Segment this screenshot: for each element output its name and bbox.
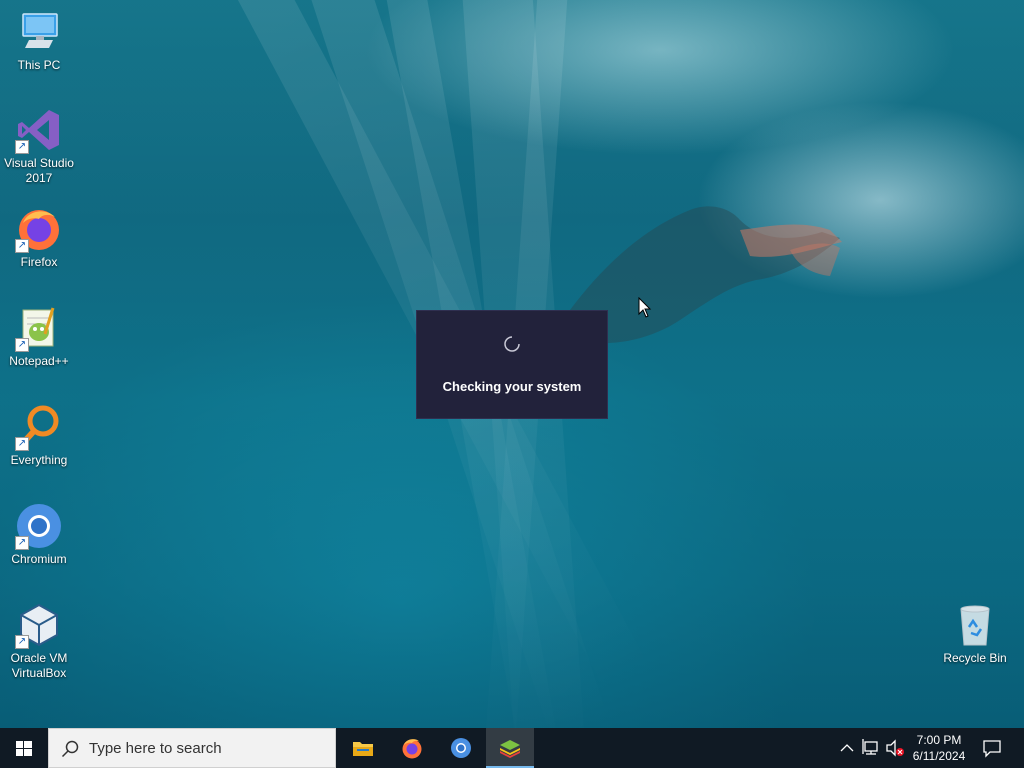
network-tray-button[interactable] <box>860 728 882 768</box>
shortcut-arrow-icon: ↗ <box>15 437 29 451</box>
firefox-icon: ↗ <box>15 205 63 253</box>
clock-time: 7:00 PM <box>916 733 962 747</box>
taskbar: Type here to search 7:00 PM 6/11/2024 <box>0 728 1024 768</box>
clock-date: 6/11/2024 <box>912 749 966 763</box>
desktop-icon-chromium[interactable]: ↗ Chromium <box>0 502 78 567</box>
network-icon <box>862 739 878 755</box>
checking-system-dialog: Checking your system <box>416 310 608 419</box>
shortcut-arrow-icon: ↗ <box>15 536 29 550</box>
mouse-cursor-icon <box>638 297 652 318</box>
shortcut-arrow-icon: ↗ <box>15 338 29 352</box>
search-icon <box>61 740 79 758</box>
taskbar-app-file-explorer[interactable] <box>339 728 387 768</box>
loading-spinner-icon <box>504 336 520 352</box>
volume-muted-icon <box>886 739 904 757</box>
everything-icon: ↗ <box>15 403 63 451</box>
desktop-icon-label: Oracle VM <box>10 651 68 665</box>
visual-studio-icon: ↗ <box>15 106 63 154</box>
desktop-icon-label: This PC <box>17 58 61 72</box>
taskbar-app-firefox[interactable] <box>388 728 436 768</box>
shortcut-arrow-icon: ↗ <box>15 635 29 649</box>
notification-icon <box>983 740 1001 758</box>
desktop-background: This PC ↗ Visual Studio 2017 ↗ Firefox ↗… <box>0 0 1024 728</box>
notepadpp-icon: ↗ <box>15 304 63 352</box>
windows-logo-icon <box>16 741 32 756</box>
volume-tray-button[interactable] <box>884 728 906 768</box>
desktop-icon-everything[interactable]: ↗ Everything <box>0 403 78 468</box>
chromium-icon <box>451 738 471 758</box>
desktop-icon-label: 2017 <box>25 171 53 185</box>
desktop-icon-recycle-bin[interactable]: Recycle Bin <box>936 601 1014 666</box>
virtualbox-icon: ↗ <box>15 601 63 649</box>
shortcut-arrow-icon: ↗ <box>15 140 29 154</box>
desktop-icon-label: Notepad++ <box>9 354 69 368</box>
desktop-icon-this-pc[interactable]: This PC <box>0 8 78 73</box>
taskbar-clock[interactable]: 7:00 PM 6/11/2024 <box>906 732 972 764</box>
taskbar-search-box[interactable]: Type here to search <box>48 728 336 768</box>
desktop-icon-label: Firefox <box>20 255 58 269</box>
taskbar-app-bluestacks[interactable] <box>486 728 534 768</box>
desktop-icon-virtualbox[interactable]: ↗ Oracle VM VirtualBox <box>0 601 78 681</box>
action-center-button[interactable] <box>978 728 1006 768</box>
desktop-icon-label: VirtualBox <box>11 666 67 680</box>
search-placeholder: Type here to search <box>89 740 222 757</box>
shortcut-arrow-icon: ↗ <box>15 239 29 253</box>
chevron-up-icon <box>840 744 854 752</box>
show-hidden-icons-button[interactable] <box>838 728 856 768</box>
desktop-icon-firefox[interactable]: ↗ Firefox <box>0 205 78 270</box>
dialog-message: Checking your system <box>442 379 582 394</box>
this-pc-icon <box>15 8 63 56</box>
desktop-icon-visual-studio[interactable]: ↗ Visual Studio 2017 <box>0 106 78 186</box>
recycle-bin-icon <box>951 601 999 649</box>
desktop-icon-label: Recycle Bin <box>943 651 1007 665</box>
desktop-icon-label: Everything <box>10 453 68 467</box>
taskbar-app-chromium[interactable] <box>437 728 485 768</box>
file-explorer-icon <box>353 742 373 756</box>
firefox-icon <box>402 739 422 759</box>
desktop-icon-label: Visual Studio <box>4 156 74 170</box>
desktop-icon-notepadpp[interactable]: ↗ Notepad++ <box>0 304 78 369</box>
start-button[interactable] <box>0 728 48 768</box>
desktop-icon-label: Chromium <box>11 552 67 566</box>
bluestacks-icon <box>500 740 520 758</box>
chromium-icon: ↗ <box>15 502 63 550</box>
